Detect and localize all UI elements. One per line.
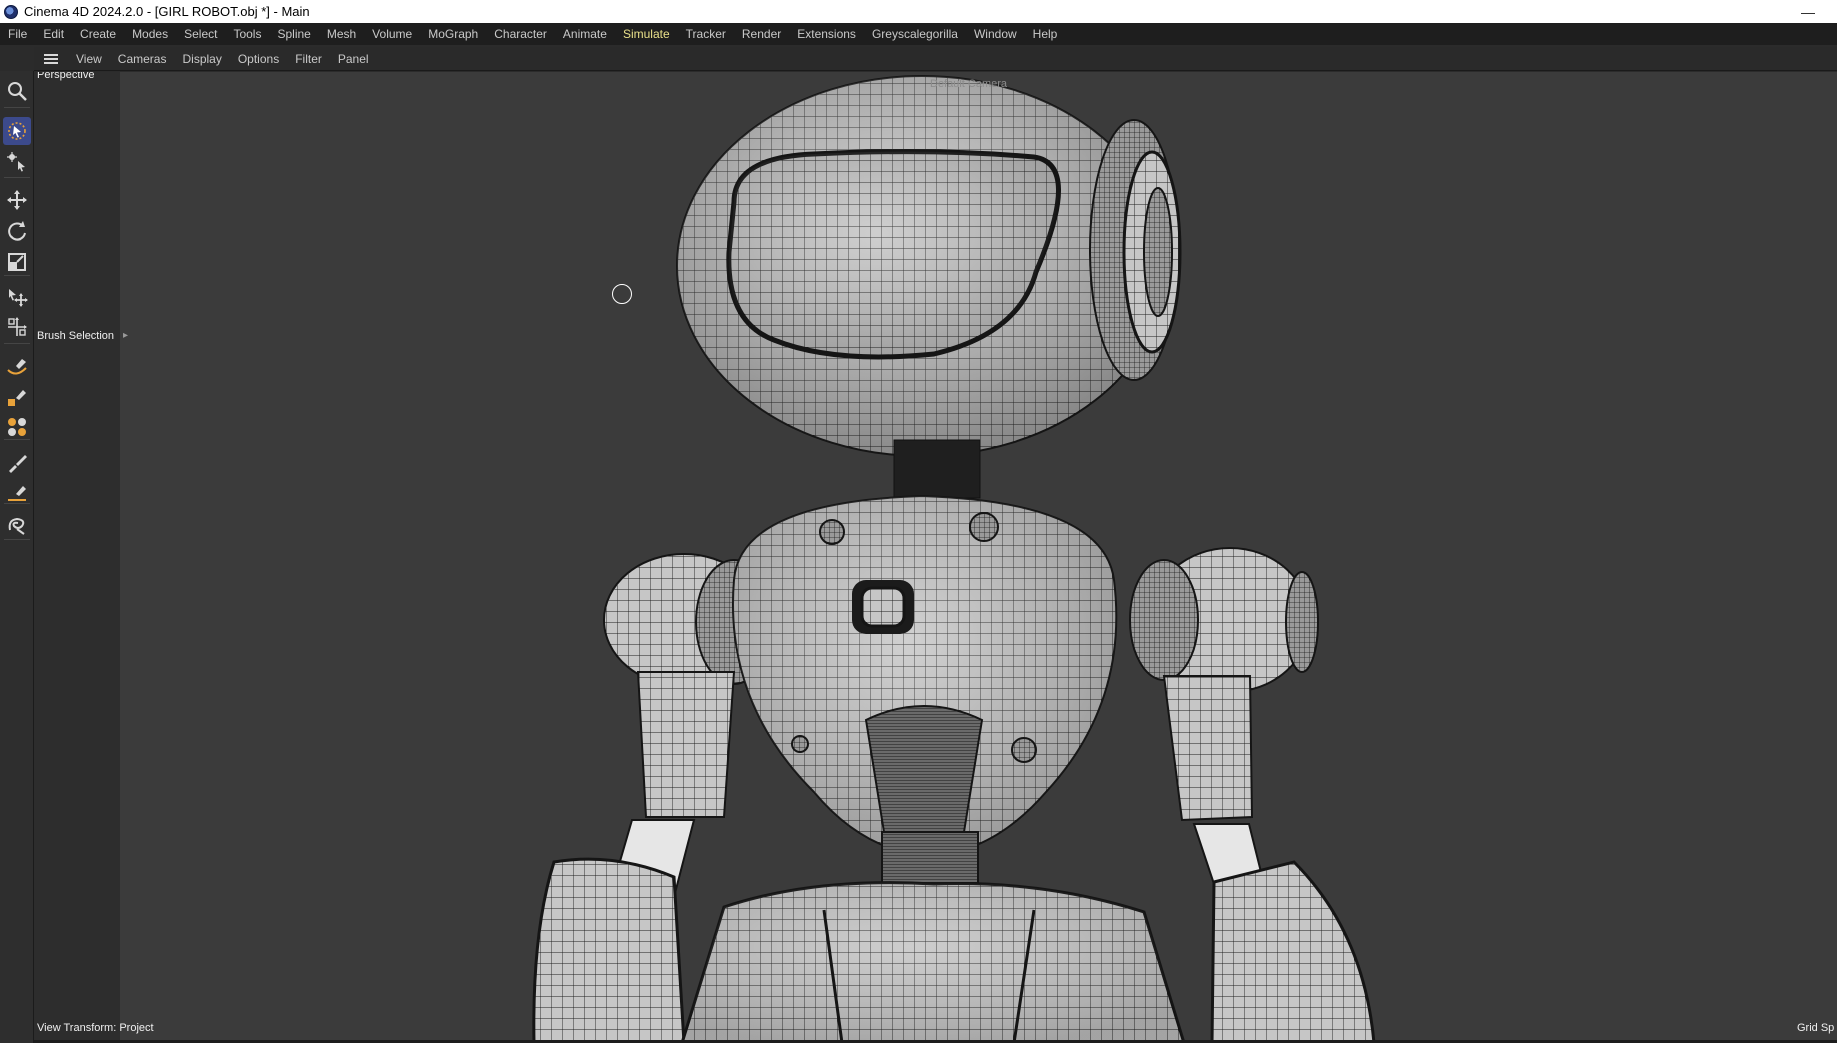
- robot-wireframe-model[interactable]: [34, 72, 1837, 1043]
- toolbar-separator: [4, 177, 30, 178]
- menu-window[interactable]: Window: [966, 23, 1025, 45]
- left-toolbar: [0, 71, 34, 1043]
- robot-waist-spring: [864, 705, 984, 848]
- tweak-icon[interactable]: [3, 147, 31, 175]
- camera-label[interactable]: Default Camera: [930, 78, 1007, 90]
- axis-move-icon[interactable]: [3, 313, 31, 341]
- viewport-perspective[interactable]: Perspective Default Camera Brush Selecti…: [34, 72, 1837, 1043]
- robot-left-upper-arm: [636, 671, 736, 818]
- menu-character[interactable]: Character: [486, 23, 555, 45]
- robot-right-forearm: [1210, 860, 1376, 1043]
- menu-select[interactable]: Select: [176, 23, 225, 45]
- sketch-icon[interactable]: [3, 383, 31, 411]
- cinema4d-logo-icon: [4, 4, 18, 19]
- toolbar-separator: [4, 539, 30, 540]
- menu-mograph[interactable]: MoGraph: [420, 23, 486, 45]
- active-tool-label: Brush Selection: [37, 330, 115, 342]
- spline-pen-icon[interactable]: [3, 353, 31, 381]
- mograph-icon[interactable]: [3, 413, 31, 441]
- menu-extensions[interactable]: Extensions: [789, 23, 864, 45]
- viewport-menu-panel[interactable]: Panel: [330, 47, 377, 71]
- menu-create[interactable]: Create: [72, 23, 124, 45]
- menu-render[interactable]: Render: [734, 23, 789, 45]
- robot-left-forearm: [532, 857, 686, 1043]
- menu-animate[interactable]: Animate: [555, 23, 615, 45]
- window-title: Cinema 4D 2024.2.0 - [GIRL ROBOT.obj *] …: [24, 4, 310, 19]
- menu-mesh[interactable]: Mesh: [319, 23, 364, 45]
- tool-options-arrow-icon[interactable]: ▸: [123, 330, 128, 341]
- menu-spline[interactable]: Spline: [269, 23, 318, 45]
- toolbar-separator: [4, 343, 30, 344]
- menu-edit[interactable]: Edit: [35, 23, 72, 45]
- view-transform-label: View Transform: Project: [37, 1022, 154, 1034]
- lasso-spline-icon[interactable]: [3, 511, 31, 539]
- menu-tracker[interactable]: Tracker: [678, 23, 734, 45]
- toolbar-separator: [4, 107, 30, 108]
- main-menu-bar: File Edit Create Modes Select Tools Spline Mesh…: [0, 23, 1837, 45]
- minimize-button[interactable]: —: [1801, 4, 1815, 20]
- viewport-menu-view[interactable]: View: [68, 47, 110, 71]
- grid-spacing-label: Grid Sp: [1797, 1022, 1835, 1034]
- title-bar: Cinema 4D 2024.2.0 - [GIRL ROBOT.obj *] …: [0, 0, 1837, 23]
- menu-help[interactable]: Help: [1025, 23, 1066, 45]
- menu-simulate[interactable]: Simulate: [615, 23, 678, 45]
- menu-file[interactable]: File: [0, 23, 35, 45]
- menu-volume[interactable]: Volume: [364, 23, 420, 45]
- zoom-icon[interactable]: [3, 77, 31, 105]
- view-name-label: Perspective: [37, 72, 95, 81]
- robot-neck: [893, 439, 981, 499]
- robot-right-shoulder: [1129, 547, 1319, 693]
- live-selection-icon[interactable]: [3, 117, 31, 145]
- scale-icon[interactable]: [3, 248, 31, 276]
- rotate-icon[interactable]: [3, 217, 31, 245]
- viewport-menu-options[interactable]: Options: [230, 47, 287, 71]
- robot-right-upper-arm: [1162, 675, 1254, 822]
- menu-modes[interactable]: Modes: [124, 23, 176, 45]
- move-icon[interactable]: [3, 186, 31, 214]
- viewport-menu-display[interactable]: Display: [174, 47, 229, 71]
- robot-head: [676, 75, 1182, 457]
- menu-tools[interactable]: Tools: [225, 23, 269, 45]
- viewport-menu-cameras[interactable]: Cameras: [110, 47, 175, 71]
- hamburger-menu-icon[interactable]: [44, 53, 58, 64]
- knife-icon[interactable]: [3, 479, 31, 507]
- viewport-menu-filter[interactable]: Filter: [287, 47, 330, 71]
- viewport-menu-bar: View Cameras Display Options Filter Panel: [34, 47, 1837, 71]
- transfer-icon[interactable]: [3, 283, 31, 311]
- menu-greyscalegorilla[interactable]: Greyscalegorilla: [864, 23, 966, 45]
- brush-cursor: [612, 284, 632, 304]
- paint-brush-icon[interactable]: [3, 449, 31, 477]
